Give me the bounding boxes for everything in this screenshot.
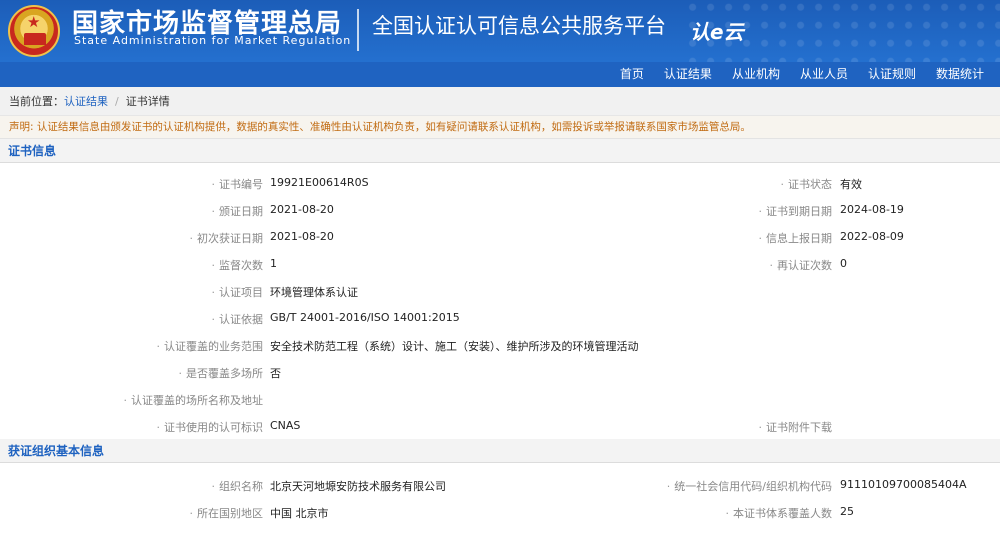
region-value: 中国 北京市 (270, 507, 329, 520)
cert-project-label: 认证项目 (212, 284, 263, 300)
main-nav: 首页 认证结果 从业机构 从业人员 认证规则 数据统计 (0, 62, 1000, 87)
first-cert-date-value: 2021-08-20 (270, 230, 334, 243)
attachment-download-link[interactable]: 证书附件下载 (759, 419, 832, 435)
site-header: ★ 国家市场监督管理总局 State Administration for Ma… (0, 0, 1000, 62)
report-date-label: 信息上报日期 (759, 230, 832, 246)
breadcrumb-cert-results[interactable]: 认证结果 (64, 95, 108, 108)
nav-personnel[interactable]: 从业人员 (790, 62, 858, 87)
cert-number-value: 19921E00614R0S (270, 176, 369, 189)
cert-number-label: 证书编号 (212, 176, 263, 192)
first-cert-date-label: 初次获证日期 (190, 230, 263, 246)
recert-count-value: 0 (840, 257, 847, 270)
issue-date-label: 颁证日期 (212, 203, 263, 219)
nav-home[interactable]: 首页 (610, 62, 654, 87)
site-address-label: 认证覆盖的场所名称及地址 (124, 392, 263, 408)
info-row: 监督次数 1 再认证次数 0 (0, 250, 1000, 277)
business-scope-value: 安全技术防范工程（系统）设计、施工（安装）、维护所涉及的环境管理活动 (270, 340, 639, 353)
breadcrumb-current: 证书详情 (125, 95, 170, 108)
credit-code-value: 91110109700085404A (840, 478, 967, 491)
recert-count-label: 再认证次数 (770, 257, 832, 273)
info-row: 所在国别地区 中国 北京市 本证书体系覆盖人数 25 (0, 498, 1000, 525)
breadcrumb: 当前位置：认证结果 / 证书详情 (0, 87, 1000, 116)
info-row: 组织名称 北京天河地塬安防技术服务有限公司 统一社会信用代码/组织机构代码 91… (0, 471, 1000, 498)
accreditation-mark-value: CNAS (270, 419, 301, 432)
report-date-value: 2022-08-09 (840, 230, 904, 243)
info-row: 颁证日期 2021-08-20 证书到期日期 2024-08-19 (0, 196, 1000, 223)
org-name-label: 组织名称 (212, 478, 263, 494)
header-divider (357, 9, 359, 51)
nav-statistics[interactable]: 数据统计 (926, 62, 994, 87)
expiry-date-value: 2024-08-19 (840, 203, 904, 216)
expiry-date-label: 证书到期日期 (759, 203, 832, 219)
info-row: 是否覆盖多场所 否 (0, 358, 1000, 385)
org-name-value: 北京天河地塬安防技术服务有限公司 (270, 480, 446, 493)
cert-basis-label: 认证依据 (212, 311, 263, 327)
national-emblem-icon: ★ (8, 5, 60, 57)
info-row: 初次获证日期 2021-08-20 信息上报日期 2022-08-09 (0, 223, 1000, 250)
cert-status-label: 证书状态 (781, 176, 832, 192)
info-row: 认证覆盖的场所名称及地址 (0, 385, 1000, 412)
platform-title: 全国认证认可信息公共服务平台 (372, 14, 666, 38)
renyun-logo[interactable]: 认e云 (690, 16, 744, 45)
surveillance-count-value: 1 (270, 257, 277, 270)
issue-date-value: 2021-08-20 (270, 203, 334, 216)
business-scope-label: 认证覆盖的业务范围 (157, 338, 263, 354)
info-row: 认证项目 环境管理体系认证 (0, 277, 1000, 304)
region-label: 所在国别地区 (190, 505, 263, 521)
cert-project-value: 环境管理体系认证 (270, 286, 358, 299)
info-row: 认证依据 GB/T 24001-2016/ISO 14001:2015 (0, 304, 1000, 331)
accreditation-mark-label: 证书使用的认可标识 (157, 419, 263, 435)
cert-basis-value: GB/T 24001-2016/ISO 14001:2015 (270, 311, 460, 324)
nav-rules[interactable]: 认证规则 (858, 62, 926, 87)
breadcrumb-prefix: 当前位置： (9, 95, 64, 108)
cert-status-value: 有效 (840, 178, 862, 191)
info-row: 证书编号 19921E00614R0S 证书状态 有效 (0, 169, 1000, 196)
breadcrumb-separator: / (115, 95, 119, 108)
nav-institutions[interactable]: 从业机构 (722, 62, 790, 87)
cert-section-title: 证书信息 (0, 139, 1000, 163)
org-name-en: State Administration for Market Regulati… (74, 34, 352, 47)
org-section-title: 获证组织基本信息 (0, 439, 1000, 463)
multi-site-value: 否 (270, 367, 281, 380)
multi-site-label: 是否覆盖多场所 (179, 365, 263, 381)
info-row: 证书使用的认可标识 CNAS 证书附件下载 (0, 412, 1000, 439)
credit-code-label: 统一社会信用代码/组织机构代码 (667, 478, 832, 494)
covered-headcount-value: 25 (840, 505, 854, 518)
info-row: 认证覆盖的业务范围 安全技术防范工程（系统）设计、施工（安装）、维护所涉及的环境… (0, 331, 1000, 358)
covered-headcount-label: 本证书体系覆盖人数 (726, 505, 832, 521)
disclaimer-notice: 声明: 认证结果信息由颁发证书的认证机构提供，数据的真实性、准确性由认证机构负责… (0, 116, 1000, 139)
org-info-rows: 组织名称 北京天河地塬安防技术服务有限公司 统一社会信用代码/组织机构代码 91… (0, 463, 1000, 525)
cert-info-rows: 证书编号 19921E00614R0S 证书状态 有效 颁证日期 2021-08… (0, 163, 1000, 439)
nav-cert-results[interactable]: 认证结果 (654, 62, 722, 87)
surveillance-count-label: 监督次数 (212, 257, 263, 273)
